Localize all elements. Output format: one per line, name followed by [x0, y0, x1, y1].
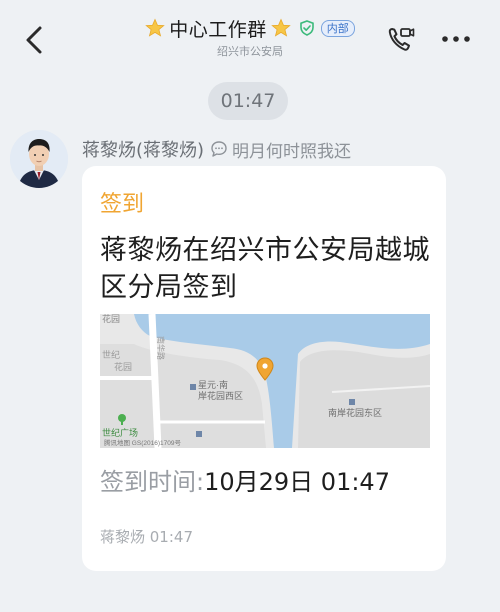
verified-shield-icon — [299, 20, 314, 36]
checkin-card[interactable]: 签到 蒋黎炀在绍兴市公安局越城区分局签到 花园 南华路 世纪 花园 星元·南岸花… — [82, 166, 446, 571]
star-icon — [145, 18, 165, 37]
map-label: 世纪广场 — [102, 427, 138, 438]
message-time-divider: 01:47 — [208, 82, 288, 120]
card-message-text: 蒋黎炀在绍兴市公安局越城区分局签到 — [100, 235, 430, 303]
card-type-label: 签到 — [100, 192, 145, 217]
sender-line: 蒋黎炀(蒋黎炀) 明月何时照我还 — [82, 136, 351, 162]
sender-name: 蒋黎炀(蒋黎炀) — [82, 140, 205, 161]
more-icon — [442, 36, 470, 42]
star-icon — [271, 18, 291, 37]
internal-badge: 内部 — [320, 19, 355, 37]
chat-screen: 中心工作群 内部 绍兴市公安局 01:47 蒋黎炀(蒋黎炀) 明月何时照我还 签… — [0, 0, 500, 612]
checkin-time-row: 签到时间:10月29日 01:47 — [100, 462, 390, 497]
map-label: 南岸花园东区 — [328, 407, 382, 418]
location-map[interactable]: 花园 南华路 世纪 花园 星元·南岸花园西区 南岸花园东区 世纪广场 腾讯地图 … — [100, 314, 430, 448]
map-label: 南华路 — [156, 336, 166, 360]
chat-title-block[interactable]: 中心工作群 内部 绍兴市公安局 — [0, 14, 500, 59]
chat-subtitle: 绍兴市公安局 — [217, 45, 283, 58]
signature-bubble-icon — [211, 141, 227, 157]
map-label: 花园 — [114, 361, 132, 372]
chat-header: 中心工作群 内部 绍兴市公安局 — [0, 0, 500, 76]
map-copyright: 腾讯地图 GS(2016)1709号 — [104, 438, 181, 447]
sender-avatar[interactable] — [10, 130, 68, 188]
video-call-icon — [388, 28, 415, 51]
sender-signature: 明月何时照我还 — [232, 141, 352, 162]
map-label: 花园 — [102, 314, 120, 324]
map-label: 世纪 — [102, 349, 120, 360]
checkin-time-value: 10月29日 01:47 — [204, 468, 390, 496]
chat-title: 中心工作群 — [169, 18, 267, 41]
more-button[interactable] — [436, 22, 476, 56]
card-footer-meta: 蒋黎炀 01:47 — [100, 528, 193, 546]
checkin-time-label: 签到时间: — [100, 468, 205, 496]
video-call-button[interactable] — [384, 22, 418, 56]
